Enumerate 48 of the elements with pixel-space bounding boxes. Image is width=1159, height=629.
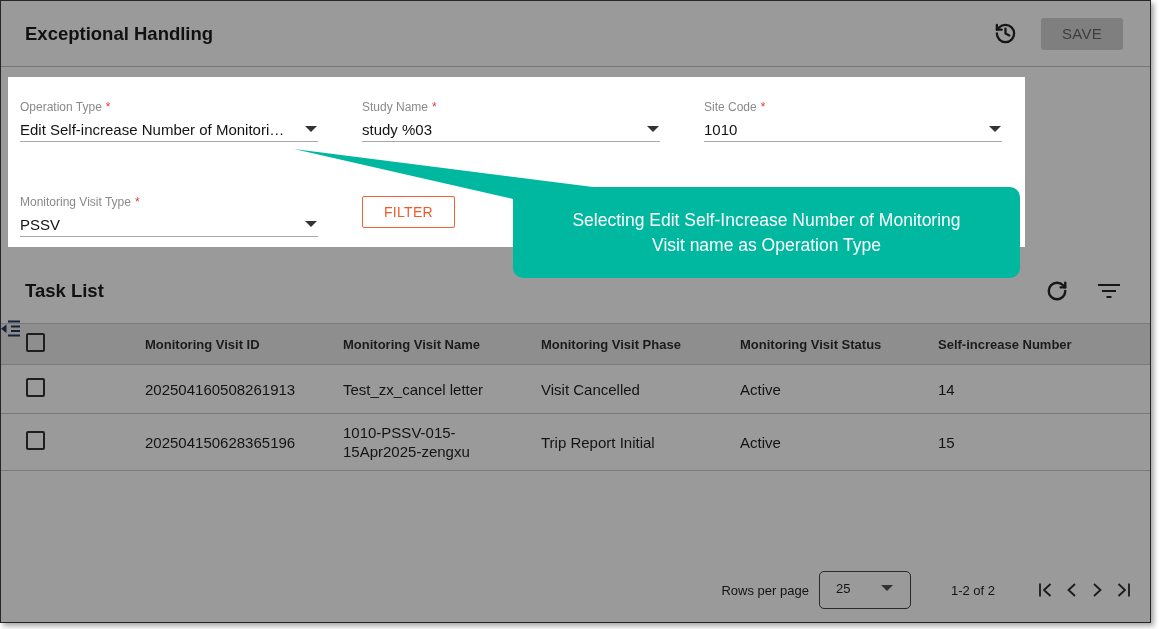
checkbox[interactable] — [26, 377, 45, 397]
column-header: Monitoring Visit Status — [740, 336, 883, 352]
select-field[interactable]: 1010 — [704, 117, 1002, 142]
table-cell-text: 1010-PSSV-015-15Apr2025-zengxu — [343, 423, 471, 461]
page-title: Exceptional Handling — [25, 22, 214, 45]
checkbox[interactable] — [26, 430, 45, 450]
required-mark: * — [432, 100, 437, 114]
checkbox[interactable] — [26, 332, 45, 352]
column-header: Monitoring Visit Name — [343, 336, 481, 352]
required-mark: * — [760, 100, 766, 114]
field-label: Monitoring Visit Type — [20, 195, 131, 209]
table-cell-text: Trip Report Initial — [541, 432, 656, 452]
refresh-icon[interactable] — [1046, 280, 1068, 302]
table-cell-text: 202504160508261913 — [145, 379, 297, 399]
table-cell-text: Active — [740, 379, 782, 399]
history-icon[interactable] — [994, 22, 1017, 45]
select-field[interactable]: study %03 — [362, 117, 660, 142]
required-mark: * — [134, 195, 140, 209]
section-title: Task List — [25, 280, 104, 302]
column-header: Monitoring Visit ID — [145, 336, 261, 352]
field-label: Operation Type — [20, 100, 102, 114]
indent-icon[interactable] — [1, 320, 20, 337]
table-cell-text: Test_zx_cancel letter — [343, 379, 485, 399]
caret-icon — [305, 221, 317, 227]
caret-icon — [647, 126, 659, 132]
table-cell-text: Visit Cancelled — [541, 379, 641, 399]
last-page-icon[interactable] — [1117, 583, 1130, 597]
column-header: Self-increase Number — [938, 336, 1073, 352]
previous-page-icon[interactable] — [1065, 583, 1078, 597]
table-cell-text: 202504150628365196 — [145, 432, 297, 452]
table-cell-text: 14 — [938, 379, 956, 399]
column-header: Monitoring Visit Phase — [541, 336, 682, 352]
required-mark: * — [105, 100, 111, 114]
page-range: 1-2 of 2 — [950, 582, 995, 598]
rows-per-page-select[interactable]: 25 — [818, 571, 911, 609]
table-cell-text: Active — [740, 432, 782, 452]
filter-icon[interactable] — [1098, 284, 1120, 298]
field-label: Study Name — [362, 100, 429, 114]
next-page-icon[interactable] — [1091, 583, 1104, 597]
rows-per-page-label: Rows per page — [721, 582, 809, 598]
caret-icon — [989, 126, 1001, 132]
first-page-icon[interactable] — [1039, 583, 1052, 597]
caret-icon — [880, 585, 893, 591]
field-label: Site Code — [704, 100, 757, 114]
table-cell-text: 15 — [938, 432, 956, 452]
caret-icon — [305, 126, 317, 132]
select-field[interactable]: Edit Self-increase Number of Monitori… — [20, 117, 318, 142]
select-field[interactable]: PSSV — [20, 212, 318, 237]
